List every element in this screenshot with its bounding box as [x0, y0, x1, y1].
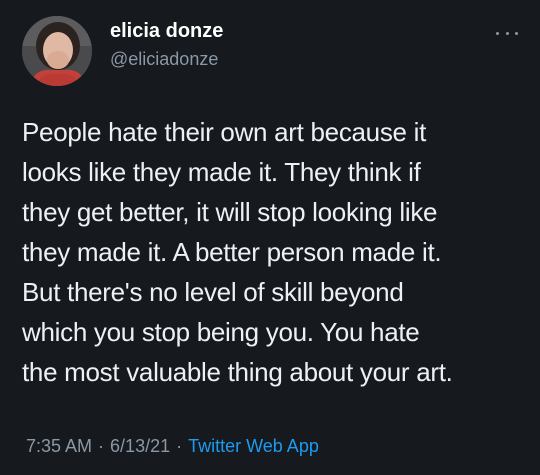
author-block: elicia donze @eliciadonze: [110, 18, 223, 72]
tweet-text: People hate their own art because it loo…: [22, 112, 522, 392]
dot: [496, 31, 499, 35]
tweet-header: elicia donze @eliciadonze: [22, 16, 524, 86]
author-handle[interactable]: @eliciadonze: [110, 46, 223, 72]
tweet-source[interactable]: Twitter Web App: [188, 436, 319, 456]
tweet-text-line: But there's no level of skill beyond: [22, 277, 404, 307]
dot: [515, 31, 518, 35]
tweet-text-line: looks like they made it. They think if: [22, 157, 421, 187]
dot: [505, 31, 509, 35]
tweet-text-line: People hate their own art because it: [22, 117, 427, 147]
tweet-text-line: they made it. A better person made it.: [22, 237, 442, 267]
more-dots-icon[interactable]: [496, 26, 518, 40]
tweet-text-line: which you stop being you. You hate: [22, 317, 420, 347]
tweet-card: elicia donze @eliciadonze People hate th…: [0, 0, 540, 475]
tweet-meta: 7:35 AM · 6/13/21 · Twitter Web App: [26, 436, 319, 457]
avatar[interactable]: [22, 16, 92, 86]
tweet-time[interactable]: 7:35 AM: [26, 436, 92, 456]
tweet-date[interactable]: 6/13/21: [110, 436, 170, 456]
tweet-text-line: they get better, it will stop looking li…: [22, 197, 438, 227]
meta-separator: ·: [176, 436, 183, 456]
user-avatar-icon: [22, 16, 92, 86]
meta-separator: ·: [98, 436, 105, 456]
tweet-text-line: the most valuable thing about your art.: [22, 357, 453, 387]
author-display-name[interactable]: elicia donze: [110, 18, 223, 44]
